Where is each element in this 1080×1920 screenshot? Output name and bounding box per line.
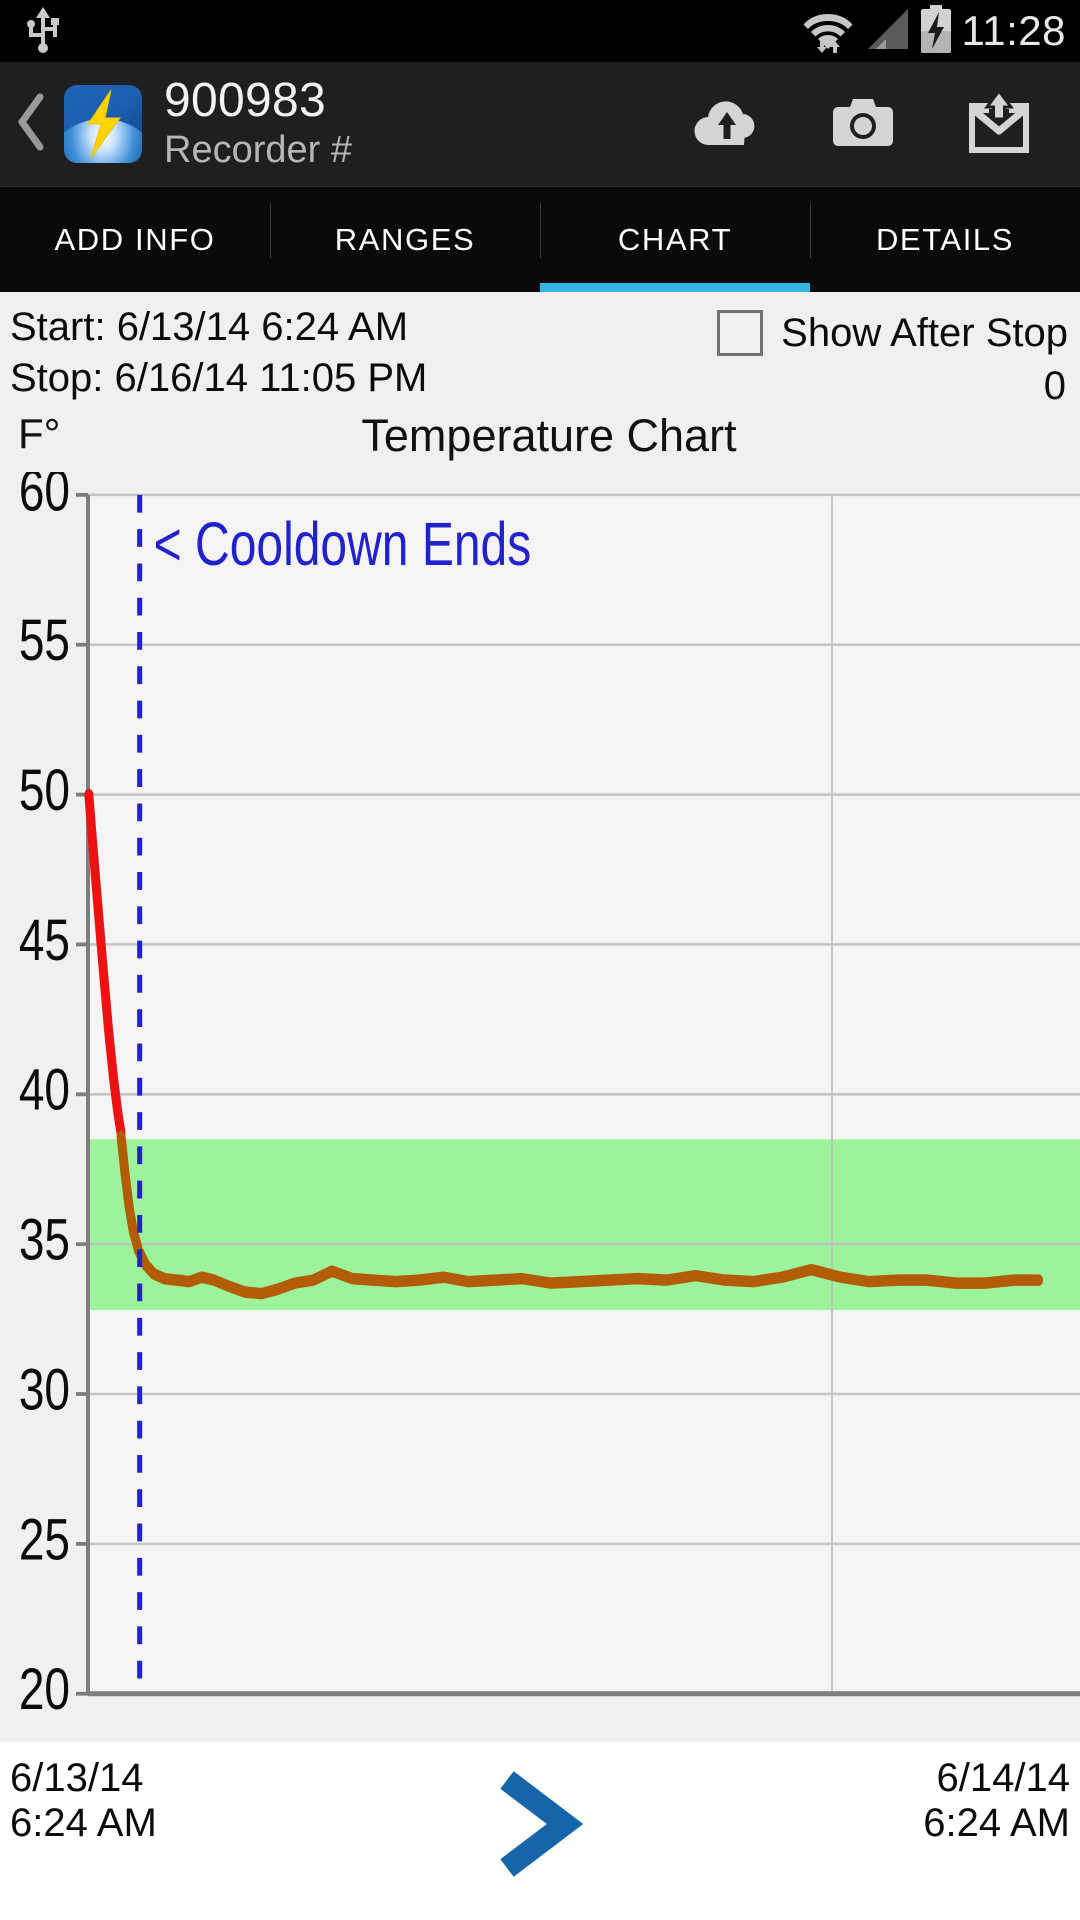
wifi-icon [803, 5, 853, 58]
tab-ranges[interactable]: RANGES [270, 187, 540, 292]
back-chevron-icon [14, 93, 48, 156]
cloud-upload-icon [694, 96, 760, 153]
y-tick-label: 25 [19, 1507, 70, 1573]
footer-left-date: 6/13/14 [10, 1756, 144, 1800]
y-tick-label: 40 [19, 1058, 70, 1124]
next-page-button[interactable] [485, 1770, 595, 1883]
send-button[interactable] [966, 88, 1032, 158]
recorder-subtitle: Recorder # [164, 128, 352, 171]
camera-icon [832, 96, 894, 153]
action-bar-icons [694, 88, 1080, 158]
tab-add-info[interactable]: ADD INFO [0, 187, 270, 292]
usb-icon [22, 5, 64, 58]
y-tick-label: 55 [19, 608, 70, 674]
tab-underline [270, 283, 540, 292]
x-axis-end-label: 6/14/14 6:24 AM [923, 1756, 1070, 1846]
footer-right-time: 6:24 AM [923, 1800, 1070, 1845]
back-button[interactable] [0, 93, 62, 156]
stop-timestamp: Stop: 6/16/14 11:05 PM [10, 356, 428, 401]
chart-footer: 6/13/14 6:24 AM 6/14/14 6:24 AM [0, 1742, 1080, 1920]
app-logo-lightning-icon [64, 85, 142, 163]
temperature-plot[interactable]: 20 25 30 35 40 45 50 55 60 < Cooldown Ends [0, 472, 1080, 1742]
tab-underline [810, 283, 1080, 292]
action-bar: 900983 Recorder # [0, 62, 1080, 187]
y-tick-label: 20 [19, 1657, 70, 1723]
status-bar-clock: 11:28 [961, 7, 1066, 54]
y-tick-label: 35 [19, 1207, 70, 1273]
plot-svg[interactable]: 20 25 30 35 40 45 50 55 60 < Cooldown Ends [0, 472, 1080, 1742]
tab-chart[interactable]: CHART [540, 187, 810, 292]
tab-label: CHART [617, 221, 733, 257]
footer-right-date: 6/14/14 [936, 1756, 1070, 1800]
battery-charging-icon [919, 4, 953, 58]
after-stop-count: 0 [1043, 364, 1066, 408]
tab-underline-active [540, 283, 810, 292]
show-after-stop-label: Show After Stop [781, 310, 1068, 355]
cooldown-annotation-label: < Cooldown Ends [154, 509, 532, 578]
tab-label: ADD INFO [54, 221, 216, 257]
chart-title: Temperature Chart [361, 410, 737, 462]
tab-details[interactable]: DETAILS [810, 187, 1080, 292]
next-page-chevron-icon [485, 1770, 595, 1883]
status-bar: 11:28 [0, 0, 1080, 62]
chart-header: F° Temperature Chart [0, 410, 1080, 476]
show-after-stop-checkbox[interactable] [717, 310, 764, 356]
camera-button[interactable] [830, 91, 896, 157]
footer-left-time: 6:24 AM [10, 1800, 157, 1845]
y-axis-tick-labels: 20 25 30 35 40 45 50 55 60 [19, 472, 70, 1723]
cellular-signal-icon [862, 7, 910, 56]
recording-meta: Start: 6/13/14 6:24 AM Stop: 6/16/14 11:… [0, 292, 1080, 408]
y-tick-label: 50 [19, 758, 70, 824]
status-bar-right: 11:28 [803, 4, 1067, 58]
tab-bar: ADD INFO RANGES CHART DETAILS [0, 187, 1080, 292]
recorder-number: 900983 [164, 73, 326, 127]
y-tick-label: 30 [19, 1357, 70, 1423]
chart-annotations: < Cooldown Ends [154, 509, 532, 578]
x-axis-start-label: 6/13/14 6:24 AM [10, 1756, 157, 1846]
y-tick-label: 60 [19, 472, 70, 524]
tab-label: RANGES [334, 221, 476, 257]
send-outbox-icon [969, 88, 1029, 158]
y-tick-label: 45 [19, 908, 70, 974]
recorder-title-block: 900983 Recorder # [164, 73, 352, 173]
status-bar-left [22, 5, 64, 58]
tab-label: DETAILS [875, 221, 1015, 257]
chart-panel: Start: 6/13/14 6:24 AM Stop: 6/16/14 11:… [0, 292, 1080, 1920]
cloud-upload-button[interactable] [694, 91, 760, 157]
tab-underline [0, 283, 270, 292]
show-after-stop-control[interactable]: Show After Stop [717, 310, 1068, 356]
